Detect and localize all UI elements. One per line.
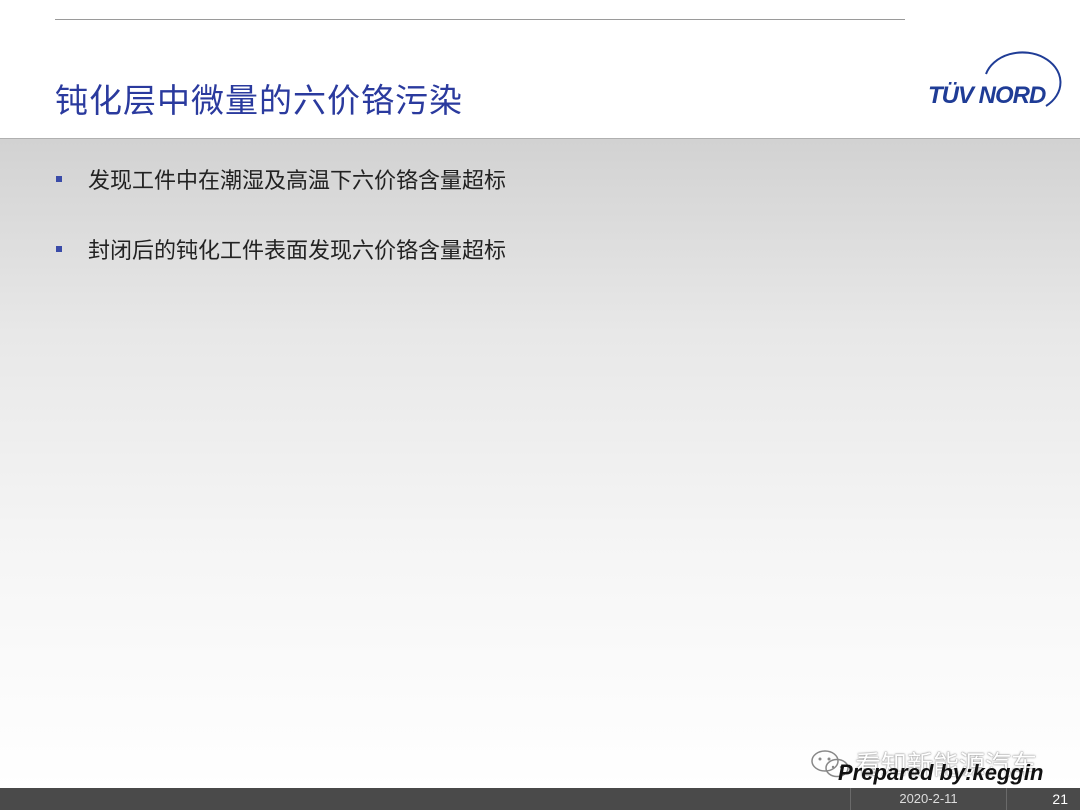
footer-bar: 2020-2-11 21 (0, 788, 1080, 810)
footer-date: 2020-2-11 (850, 788, 1007, 810)
bullet-text: 封闭后的钝化工件表面发现六价铬含量超标 (88, 239, 507, 264)
bullet-item: 封闭后的钝化工件表面发现六价铬含量超标 (56, 233, 506, 265)
prepared-by-label: Prepared by:keggin (838, 760, 1044, 785)
bullet-square-icon (56, 176, 62, 182)
page-number: 21 (1052, 791, 1068, 807)
top-divider (55, 19, 905, 20)
bullet-text: 发现工件中在潮湿及高温下六价铬含量超标 (88, 169, 507, 194)
bullet-item: 发现工件中在潮湿及高温下六价铬含量超标 (56, 163, 506, 195)
tuv-nord-logo: TÜV NORD (924, 48, 1064, 118)
content-area: 发现工件中在潮湿及高温下六价铬含量超标 封闭后的钝化工件表面发现六价铬含量超标 (0, 138, 1080, 789)
bullet-square-icon (56, 246, 62, 252)
slide-title: 钝化层中微量的六价铬污染 (55, 81, 463, 120)
logo-text: TÜV NORD (928, 82, 1046, 109)
slide: 钝化层中微量的六价铬污染 TÜV NORD 发现工件中在潮湿及高温下六价铬含量超… (0, 0, 1080, 810)
